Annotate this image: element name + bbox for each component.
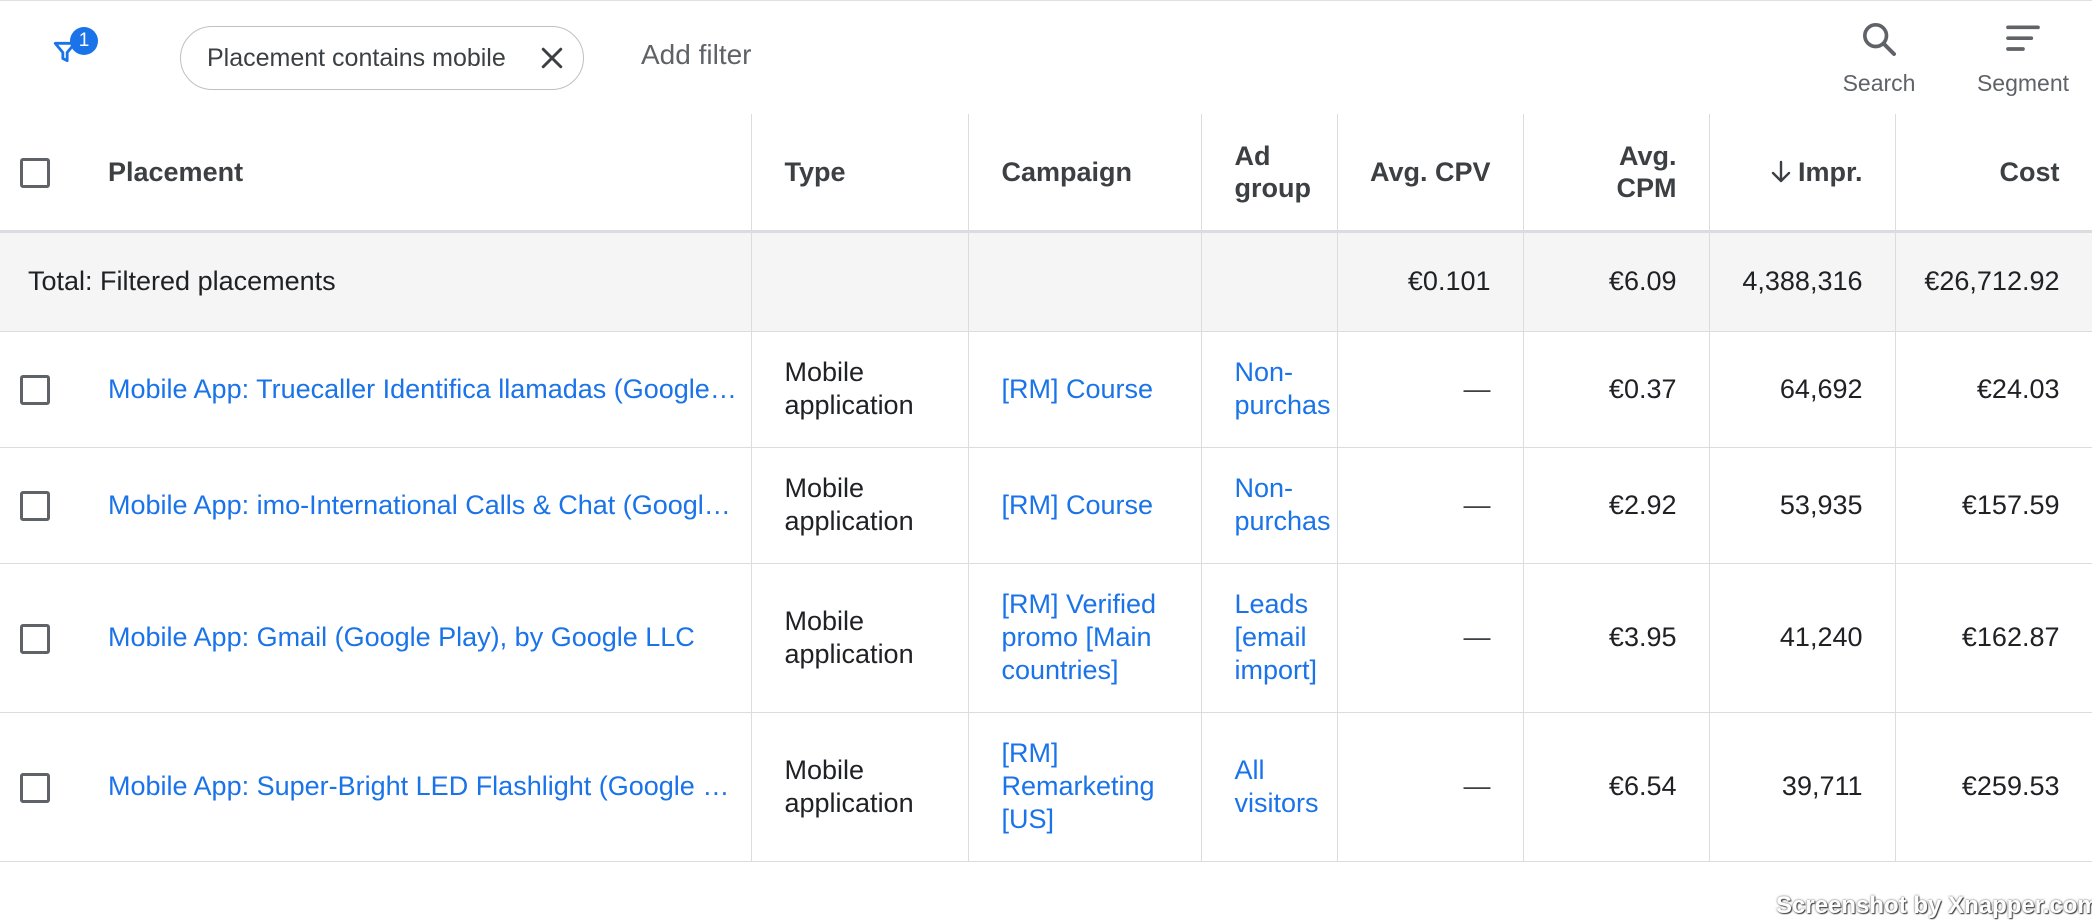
total-avg-cpm: €6.09	[1523, 231, 1710, 332]
total-avg-cpv: €0.101	[1337, 231, 1524, 332]
segment-label: Segment	[1976, 70, 2070, 96]
header-cost[interactable]: Cost	[1895, 114, 2092, 233]
avg-cpm-cell: €3.95	[1523, 563, 1710, 713]
ad-group-link[interactable]: Leads [email import]	[1201, 563, 1338, 713]
cost-cell: €162.87	[1895, 563, 2092, 713]
header-avg-cpm[interactable]: Avg. CPM	[1523, 114, 1710, 233]
avg-cpm-cell: €0.37	[1523, 331, 1710, 448]
header-avg-cpm-label: Avg. CPM	[1616, 140, 1677, 203]
avg-cpv-cell: —	[1337, 563, 1524, 713]
avg-cpv-cell: —	[1337, 712, 1524, 862]
filter-chip-label: Placement contains mobile	[207, 43, 506, 72]
watermark: Screenshot by Xnapper.com	[1776, 892, 2092, 919]
add-filter-button[interactable]: Add filter	[641, 39, 752, 71]
ad-group-link[interactable]: All visitors	[1201, 712, 1338, 862]
header-type[interactable]: Type	[751, 114, 969, 233]
impr-cell: 64,692	[1709, 331, 1896, 448]
placement-link[interactable]: Mobile App: imo-International Calls & Ch…	[75, 447, 752, 564]
total-cost: €26,712.92	[1895, 231, 2092, 332]
placements-table: Placement Type Campaign Ad group Avg. CP…	[0, 114, 2092, 862]
row-select-cell	[0, 331, 75, 448]
placement-link[interactable]: Mobile App: Gmail (Google Play), by Goog…	[75, 563, 752, 713]
table-header-row: Placement Type Campaign Ad group Avg. CP…	[0, 114, 2092, 233]
impr-cell: 53,935	[1709, 447, 1896, 564]
segment-icon	[2006, 25, 2040, 51]
table-row: Mobile App: Gmail (Google Play), by Goog…	[0, 563, 2092, 713]
row-select-cell	[0, 712, 75, 862]
total-ad-group-cell	[1201, 231, 1338, 332]
table-row: Mobile App: Truecaller Identifica llamad…	[0, 331, 2092, 448]
row-checkbox[interactable]	[20, 772, 50, 803]
impr-cell: 41,240	[1709, 563, 1896, 713]
total-impr: 4,388,316	[1709, 231, 1896, 332]
campaign-link[interactable]: [RM] Course	[968, 331, 1202, 448]
search-button[interactable]: Search	[1834, 19, 1924, 97]
header-avg-cpv[interactable]: Avg. CPV	[1337, 114, 1524, 233]
row-select-cell	[0, 563, 75, 713]
type-cell: Mobile application	[751, 563, 969, 713]
cost-cell: €157.59	[1895, 447, 2092, 564]
row-select-cell	[0, 447, 75, 564]
cost-cell: €259.53	[1895, 712, 2092, 862]
table-row: Mobile App: imo-International Calls & Ch…	[0, 447, 2092, 564]
header-ad-group[interactable]: Ad group	[1201, 114, 1338, 233]
total-row: Total: Filtered placements €0.101 €6.09 …	[0, 231, 2092, 332]
select-all-checkbox[interactable]	[20, 158, 50, 189]
filter-button[interactable]: 1	[46, 27, 106, 77]
campaign-link[interactable]: [RM] Verified promo [Main countries]	[968, 563, 1202, 713]
row-checkbox[interactable]	[20, 491, 50, 522]
type-cell: Mobile application	[751, 331, 969, 448]
type-cell: Mobile application	[751, 447, 969, 564]
header-placement[interactable]: Placement	[75, 114, 752, 233]
header-impr[interactable]: Impr.	[1709, 114, 1896, 233]
avg-cpm-cell: €6.54	[1523, 712, 1710, 862]
row-checkbox[interactable]	[20, 623, 50, 654]
cost-cell: €24.03	[1895, 331, 2092, 448]
total-label: Total: Filtered placements	[0, 231, 752, 332]
placement-link[interactable]: Mobile App: Super-Bright LED Flashlight …	[75, 712, 752, 862]
total-campaign-cell	[968, 231, 1202, 332]
segment-button[interactable]: Segment	[1968, 19, 2078, 97]
filter-count-badge: 1	[70, 27, 98, 55]
filter-bar: 1 Placement contains mobile Add filter S…	[0, 0, 2092, 114]
campaign-link[interactable]: [RM] Course	[968, 447, 1202, 564]
campaign-link[interactable]: [RM] Remarketing [US]	[968, 712, 1202, 862]
table-row: Mobile App: Super-Bright LED Flashlight …	[0, 712, 2092, 862]
type-cell: Mobile application	[751, 712, 969, 862]
total-type-cell	[751, 231, 969, 332]
header-impr-label: Impr.	[1797, 156, 1863, 187]
select-all-cell	[0, 114, 75, 233]
search-label: Search	[1842, 70, 1916, 96]
search-icon	[1863, 23, 1896, 56]
ad-group-link[interactable]: Non-purchas	[1201, 447, 1338, 564]
ad-group-link[interactable]: Non-purchas	[1201, 331, 1338, 448]
avg-cpv-cell: —	[1337, 447, 1524, 564]
row-checkbox[interactable]	[20, 375, 50, 406]
filter-chip[interactable]: Placement contains mobile	[180, 26, 584, 90]
placement-link[interactable]: Mobile App: Truecaller Identifica llamad…	[75, 331, 752, 448]
impr-cell: 39,711	[1709, 712, 1896, 862]
arrow-down-icon	[1771, 160, 1791, 182]
close-icon[interactable]	[537, 43, 567, 73]
header-campaign[interactable]: Campaign	[968, 114, 1202, 233]
avg-cpm-cell: €2.92	[1523, 447, 1710, 564]
avg-cpv-cell: —	[1337, 331, 1524, 448]
